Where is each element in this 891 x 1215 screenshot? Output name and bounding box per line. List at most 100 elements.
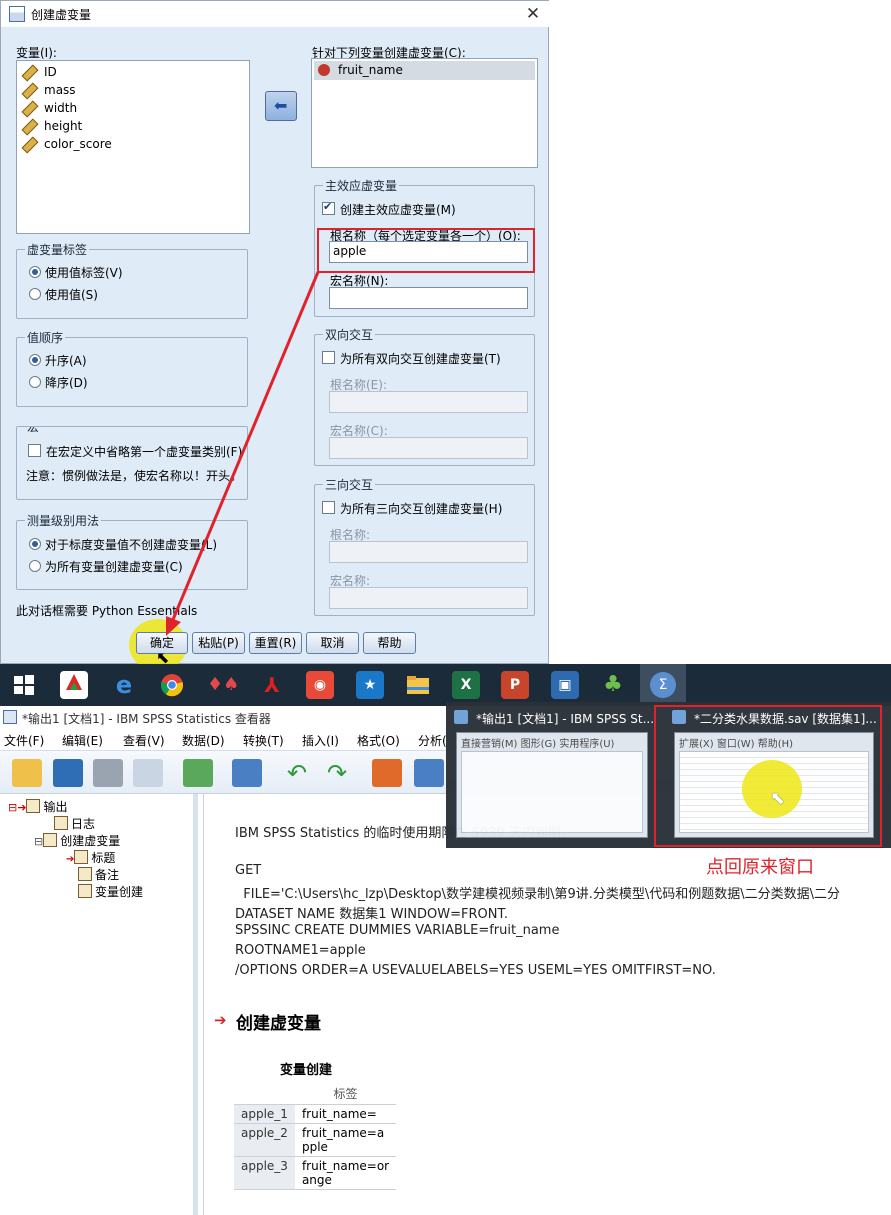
table-col-header: 标签 [333, 1087, 358, 1101]
powerpoint-icon[interactable]: P [501, 671, 529, 699]
list-item-selected[interactable]: fruit_name [314, 61, 535, 80]
output-heading: 创建虚变量 [236, 1014, 321, 1034]
app-red-icon[interactable]: ◉ [306, 671, 334, 699]
chrome-icon[interactable] [158, 671, 186, 699]
list-item[interactable]: ID [21, 64, 57, 82]
edge-icon[interactable]: e [110, 671, 138, 699]
list-item[interactable]: color_score [21, 136, 112, 154]
tree-node-log[interactable]: 日志 [54, 815, 95, 832]
macro-group: 宏 在宏定义中省略第一个虚变量类别(F) 注意：惯例做法是，使宏名称以！开头。 [16, 426, 248, 500]
all-variables-radio[interactable]: 为所有变量创建虚变量(C) [29, 558, 183, 575]
excel-icon[interactable]: X [452, 671, 480, 699]
help-button[interactable]: 帮助 [363, 632, 416, 654]
checkbox-checked-icon [322, 200, 335, 215]
three-way-root-input [329, 541, 528, 563]
radio-selected-icon [29, 266, 41, 278]
variables-listbox[interactable]: ID mass width height color_score [16, 60, 250, 234]
print-icon[interactable] [93, 759, 123, 787]
spss-film-icon[interactable]: ▣ [551, 671, 579, 699]
syntax-line: FILE='C:\Users\hc_lzp\Desktop\数学建模视频录制\第… [235, 887, 840, 902]
list-item[interactable]: width [21, 100, 77, 118]
star-app-icon[interactable]: ★ [356, 671, 384, 699]
syntax-line: GET [235, 863, 262, 878]
macro-name-input[interactable] [329, 287, 528, 309]
clover-icon[interactable]: ♣ [599, 671, 627, 699]
nominal-variable-icon [318, 64, 330, 76]
menu-format[interactable]: 格式(O) [357, 732, 400, 749]
target-listbox[interactable]: fruit_name [311, 58, 538, 168]
radio-icon [29, 376, 41, 388]
cancel-button[interactable]: 取消 [306, 632, 359, 654]
windows-start-icon[interactable] [10, 671, 38, 699]
thumbnail-preview: 直接营销(M) 图形(G) 实用程序(U) [456, 732, 648, 838]
three-way-checkbox[interactable]: 为所有三向交互创建虚变量(H) [322, 500, 502, 517]
syntax-line: /OPTIONS ORDER=A USEVALUELABELS=YES USEM… [235, 963, 716, 978]
python-note: 此对话框需要 Python Essentials [16, 604, 198, 618]
tree-node-output[interactable]: ⊟➔ 输出 [8, 798, 67, 815]
radio-icon [29, 288, 41, 300]
use-values-radio[interactable]: 使用值(S) [29, 286, 98, 303]
file-explorer-icon[interactable] [404, 671, 432, 699]
menu-transform[interactable]: 转换(T) [243, 732, 284, 749]
annotation-highlight-box [317, 228, 535, 273]
goto-case-icon[interactable] [414, 759, 444, 787]
redo-icon[interactable]: ↷ [322, 759, 352, 787]
thumbnail-output-window[interactable]: *输出1 [文档1] - IBM SPSS St... 直接营销(M) 图形(G… [446, 702, 656, 848]
undo-icon[interactable]: ↶ [282, 759, 312, 787]
table-row: apple_3 fruit_name=or ange [234, 1156, 397, 1190]
move-variable-button[interactable]: ⬅ [265, 91, 297, 121]
menu-analyze[interactable]: 分析( [418, 732, 447, 749]
print-preview-icon[interactable] [133, 759, 163, 787]
tree-node-table[interactable]: 变量创建 [78, 883, 143, 900]
ruler-icon [21, 64, 39, 81]
use-value-labels-radio[interactable]: 使用值标签(V) [29, 264, 123, 281]
recall-dialog-icon[interactable] [232, 759, 262, 787]
two-way-group: 双向交互 为所有双向交互创建虚变量(T) 根名称(E): 宏名称(C): [314, 326, 535, 466]
export-icon[interactable] [183, 759, 213, 787]
close-icon[interactable]: ✕ [521, 3, 545, 25]
measure-level-group: 测量级别用法 对于标度变量值不创建虚变量(L) 为所有变量创建虚变量(C) [16, 512, 248, 590]
omit-first-checkbox[interactable]: 在宏定义中省略第一个虚变量类别(F) [28, 443, 242, 460]
procedure-book-icon [43, 833, 58, 847]
taskbar-active-item[interactable]: Σ [640, 664, 686, 706]
list-item[interactable]: mass [21, 82, 76, 100]
descending-radio[interactable]: 降序(D) [29, 374, 88, 391]
menu-insert[interactable]: 插入(I) [302, 732, 339, 749]
tree-node-create-dummies[interactable]: ⊟ 创建虚变量 [34, 832, 120, 849]
app-icon[interactable] [60, 671, 88, 699]
menu-edit[interactable]: 编辑(E) [62, 732, 103, 749]
open-folder-icon[interactable] [12, 759, 42, 787]
no-dummies-scale-radio[interactable]: 对于标度变量值不创建虚变量(L) [29, 536, 217, 553]
variable-creation-table: 标签 apple_1 fruit_name= apple_2 fruit_nam… [234, 1083, 397, 1190]
spss-viewer-icon [3, 710, 17, 724]
tree-node-notes[interactable]: 备注 [78, 866, 119, 883]
menu-file[interactable]: 文件(F) [4, 732, 44, 749]
two-way-root-input [329, 391, 528, 413]
dialog-titlebar: 创建虚变量 ✕ [1, 1, 550, 27]
ascending-radio[interactable]: 升序(A) [29, 352, 87, 369]
windows-taskbar: e ♦♠ ⅄ ◉ ★ X P ▣ ♣ Σ [0, 664, 891, 706]
spss-statistics-icon: Σ [650, 672, 676, 698]
tree-node-title[interactable]: ➔ 标题 [66, 849, 115, 866]
menu-view[interactable]: 查看(V) [123, 732, 165, 749]
spss-viewer-title: *输出1 [文档1] - IBM SPSS Statistics 查看器 [22, 712, 271, 726]
create-main-effect-checkbox[interactable]: 创建主效应虚变量(M) [322, 200, 456, 218]
ruler-icon [21, 100, 39, 117]
two-way-checkbox[interactable]: 为所有双向交互创建虚变量(T) [322, 350, 501, 367]
three-way-macro-input [329, 587, 528, 609]
radio-icon [29, 560, 41, 572]
goto-data-icon[interactable] [372, 759, 402, 787]
create-dummy-dialog: 创建虚变量 ✕ 变量(I): ID mass width height colo… [0, 0, 550, 671]
radio-selected-icon [29, 538, 41, 550]
save-icon[interactable] [53, 759, 83, 787]
notes-icon [78, 867, 92, 881]
paste-button[interactable]: 粘贴(P) [192, 632, 245, 654]
list-item[interactable]: height [21, 118, 82, 136]
syntax-line: DATASET NAME 数据集1 WINDOW=FRONT. [235, 907, 509, 922]
menu-data[interactable]: 数据(D) [182, 732, 225, 749]
acrobat-icon[interactable]: ⅄ [258, 671, 286, 699]
mouse-cursor-icon: ⬉ [156, 648, 170, 667]
reset-button[interactable]: 重置(R) [249, 632, 302, 654]
syntax-line: SPSSINC CREATE DUMMIES VARIABLE=fruit_na… [235, 923, 560, 938]
cards-icon[interactable]: ♦♠ [207, 671, 239, 699]
